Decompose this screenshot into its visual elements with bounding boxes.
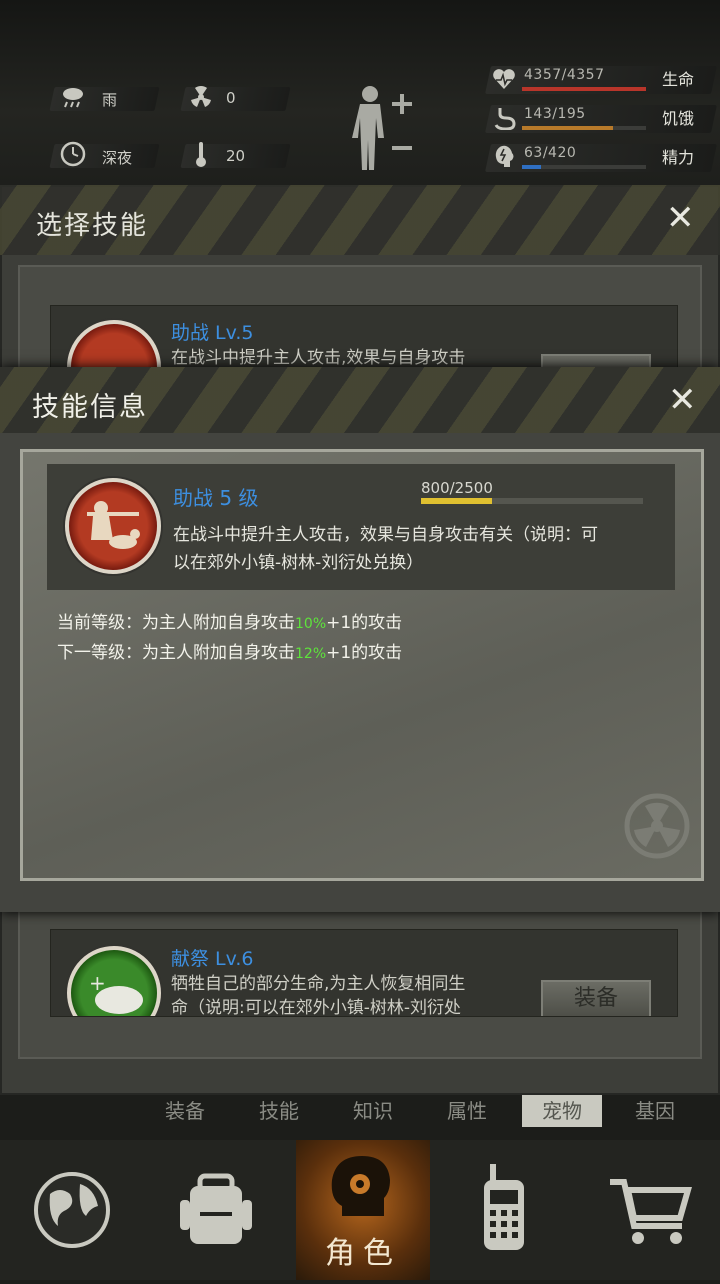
globe-icon: [34, 1172, 110, 1248]
skill-name: 献祭 Lv.6: [171, 948, 254, 970]
tab-pets[interactable]: 宠物: [522, 1095, 602, 1127]
energy-bar-fill: [522, 165, 541, 169]
skill-row-sacrifice[interactable]: + 献祭 Lv.6 牺牲自己的部分生命,为主人恢复相同生 命（说明:可以在郊外小…: [50, 929, 678, 1017]
stomach-icon: [494, 108, 516, 130]
rifleman-dog-icon: [87, 501, 140, 549]
life-bar: [522, 87, 646, 91]
thermometer-icon: [196, 142, 206, 167]
weather-text: 雨: [102, 91, 118, 109]
nav-radio[interactable]: [432, 1140, 576, 1280]
progress-track: [421, 498, 643, 504]
assist-skill-icon: [65, 478, 161, 574]
tab-knowledge[interactable]: 知识: [328, 1095, 418, 1127]
next-level-prefix: 下一等级：为主人附加自身攻击: [57, 643, 295, 663]
pet-icon: +: [89, 971, 143, 1014]
hunger-bar: [522, 126, 646, 130]
body-status-icon[interactable]: [348, 82, 418, 174]
clock-icon: [60, 141, 86, 167]
skill-info-desc-line2: 以在郊外小镇-树林-刘衍处兑换）: [173, 553, 424, 573]
skill-info-desc-line1: 在战斗中提升主人攻击，效果与自身攻击有关（说明：可: [173, 525, 598, 545]
progress-fill: [421, 498, 493, 504]
bottom-nav: 角色: [0, 1140, 720, 1280]
skill-select-title: 选择技能: [36, 211, 149, 241]
hunger-label: 饥饿: [662, 109, 695, 128]
close-icon[interactable]: ✕: [668, 383, 697, 417]
time-text: 深夜: [102, 149, 133, 167]
shopping-cart-icon: [610, 1179, 692, 1244]
skill-info-name: 助战 5 级: [173, 486, 259, 510]
brain-icon: [495, 145, 514, 167]
energy-bar: [522, 165, 646, 169]
skill-exp-progress: 800/2500: [421, 479, 643, 508]
tab-genes[interactable]: 基因: [610, 1095, 700, 1127]
equip-button[interactable]: 装备: [541, 980, 651, 1016]
sacrifice-skill-icon: +: [67, 946, 161, 1016]
tab-skills[interactable]: 技能: [234, 1095, 324, 1127]
life-label: 生命: [662, 70, 695, 89]
walkie-talkie-icon: [484, 1164, 524, 1250]
nav-character[interactable]: 角色: [296, 1140, 430, 1280]
heart-icon: [493, 69, 515, 89]
skill-name: 助战 Lv.5: [171, 322, 254, 344]
head-gear-icon: [331, 1156, 390, 1216]
close-icon[interactable]: ✕: [666, 201, 695, 235]
tab-equipment[interactable]: 装备: [140, 1095, 230, 1127]
current-level-prefix: 当前等级：为主人附加自身攻击: [57, 613, 295, 633]
nav-map[interactable]: [0, 1140, 144, 1280]
life-value: 4357/4357: [524, 67, 605, 83]
skill-info-dialog: 技能信息 ✕ 助战 5 级 800/2500 在战斗中提升主人攻击，效果与自身攻…: [0, 367, 720, 912]
skill-desc-line1: 牺牲自己的部分生命,为主人恢复相同生: [171, 974, 466, 994]
hunger-value: 143/195: [524, 106, 586, 122]
backpack-icon: [180, 1173, 252, 1244]
tab-attributes[interactable]: 属性: [422, 1095, 512, 1127]
life-bar-fill: [522, 87, 646, 91]
vital-stats: 4357/4357 生命 143/195 饥饿 63/420 精力: [484, 64, 720, 180]
nav-shop[interactable]: [576, 1140, 720, 1280]
temperature-value: 20: [226, 147, 246, 165]
radiation-watermark-icon: [624, 793, 690, 859]
skill-summary: 助战 5 级 800/2500 在战斗中提升主人攻击，效果与自身攻击有关（说明：…: [47, 464, 675, 590]
category-tabs: 装备 技能 知识 属性 宠物 基因: [130, 1095, 720, 1131]
current-level-line: 当前等级：为主人附加自身攻击10%+1的攻击: [57, 608, 402, 633]
next-level-percent: 12%: [295, 646, 327, 662]
radiation-icon: [191, 86, 211, 107]
energy-value: 63/420: [524, 145, 577, 161]
nav-character-label: 角色: [325, 1236, 401, 1271]
skill-info-title: 技能信息: [32, 392, 148, 423]
skill-info-panel: 助战 5 级 800/2500 在战斗中提升主人攻击，效果与自身攻击有关（说明：…: [20, 449, 704, 881]
nav-backpack[interactable]: [144, 1140, 288, 1280]
skill-desc-line2: 命（说明:可以在郊外小镇-树林-刘衍处: [171, 998, 461, 1017]
radiation-value: 0: [226, 89, 236, 107]
progress-text: 800/2500: [421, 479, 493, 497]
current-level-suffix: +1的攻击: [326, 613, 403, 633]
next-level-suffix: +1的攻击: [326, 643, 403, 663]
rain-cloud-icon: [63, 88, 83, 108]
energy-label: 精力: [662, 148, 695, 167]
next-level-line: 下一等级：为主人附加自身攻击12%+1的攻击: [57, 638, 402, 663]
current-level-percent: 10%: [295, 616, 327, 632]
status-bar: 雨 0 深夜 20 4357/4357 生命 143/195 饥饿 63/420…: [0, 0, 720, 185]
hunger-bar-fill: [522, 126, 613, 130]
